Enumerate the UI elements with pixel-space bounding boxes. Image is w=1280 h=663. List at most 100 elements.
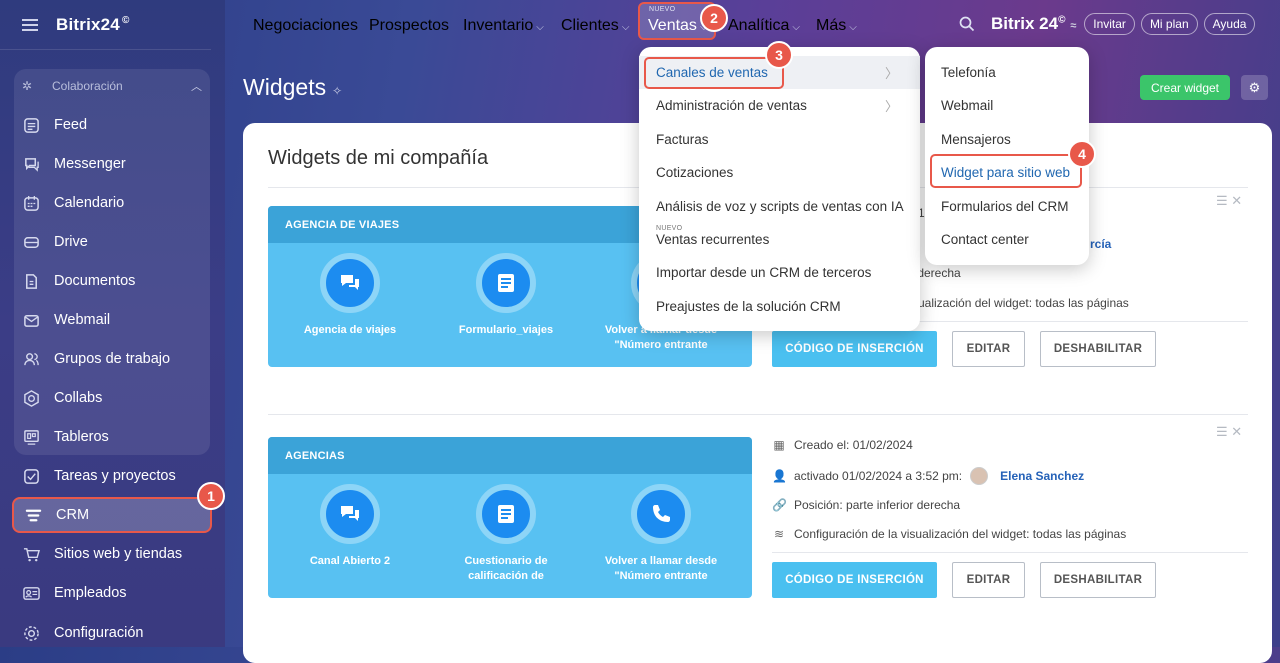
menu-item-analisis-de-voz[interactable]: Análisis de voz y scripts de ventas con … <box>639 190 920 223</box>
chevron-right-icon: 〉 <box>884 99 898 114</box>
sidebar-item-documentos[interactable]: Documentos <box>14 264 210 298</box>
menu-item-cotizaciones[interactable]: Cotizaciones <box>639 156 920 189</box>
nav-clientes[interactable]: Clientes ⌵ <box>561 17 629 35</box>
sidebar-item-label: Messenger <box>54 156 126 172</box>
collaboration-icon: ✲ <box>22 79 33 93</box>
sidebar-item-label: Tareas y proyectos <box>54 468 176 484</box>
menu-icon[interactable] <box>22 18 38 31</box>
boards-icon <box>22 428 40 446</box>
groups-icon <box>22 350 40 368</box>
menu-item-telefonia[interactable]: Telefonía <box>925 56 1089 89</box>
edit-button[interactable]: EDITAR <box>952 562 1025 598</box>
step-badge-4: 4 <box>1068 140 1096 168</box>
widget-display: ≋ Configuración de la visualización del w… <box>773 527 1127 541</box>
sidebar-item-messenger[interactable]: Messenger <box>14 147 210 181</box>
link-icon: 🔗 <box>772 498 787 512</box>
calendar-icon <box>22 194 40 212</box>
nav-prospectos[interactable]: Prospectos <box>369 17 449 35</box>
drag-handle-icon[interactable]: ☰ <box>1216 424 1228 439</box>
sidebar-item-calendario[interactable]: Calendario <box>14 186 210 220</box>
close-icon[interactable]: ✕ <box>1231 424 1242 439</box>
disable-button[interactable]: DESHABILITAR <box>1040 331 1156 367</box>
form-icon <box>476 253 536 313</box>
step-badge-1: 1 <box>197 482 225 510</box>
sidebar-item-webmail[interactable]: Webmail <box>14 303 210 337</box>
menu-item-formularios-crm[interactable]: Formularios del CRM <box>925 190 1089 223</box>
sidebar-header: Bitrix24 © <box>0 0 211 50</box>
widget-created: ▦ Creado el: 01/02/2024 <box>773 438 913 452</box>
invite-button[interactable]: Invitar <box>1084 13 1135 35</box>
sites-icon <box>22 545 40 563</box>
menu-item-importar-crm[interactable]: Importar desde un CRM de terceros <box>639 256 920 289</box>
sidebar-item-label: Documentos <box>54 273 136 289</box>
sidebar-item-drive[interactable]: Drive <box>14 225 210 259</box>
edit-button[interactable]: EDITAR <box>952 331 1025 367</box>
chevron-down-icon: ⌵ <box>621 22 630 33</box>
avatar <box>970 467 989 485</box>
brand-logo[interactable]: Bitrix 24© ≈ <box>991 14 1076 34</box>
sidebar-item-crm[interactable]: CRM <box>12 497 212 533</box>
user-link[interactable]: Elena Sanchez <box>1000 469 1084 483</box>
nav-mas[interactable]: Más ⌵ <box>816 17 857 35</box>
chevron-right-icon: 〉 <box>884 66 898 81</box>
sidebar-item-label: Grupos de trabajo <box>54 351 171 367</box>
widget-card-title: AGENCIAS <box>268 437 752 474</box>
sidebar-item-tareas[interactable]: Tareas y proyectos <box>14 459 210 493</box>
menu-item-webmail[interactable]: Webmail <box>925 89 1089 122</box>
menu-item-mensajeros[interactable]: Mensajeros <box>925 123 1089 156</box>
sidebar-item-collabs[interactable]: Collabs <box>14 381 210 415</box>
widget-card[interactable]: AGENCIAS Canal Abierto 2 Cuestionario de… <box>268 437 752 598</box>
nav-negociaciones[interactable]: Negociaciones <box>253 17 358 35</box>
widget-controls: ☰ ✕ <box>1216 193 1242 209</box>
settings-button[interactable]: ⚙ <box>1241 75 1268 100</box>
close-icon[interactable]: ✕ <box>1231 193 1242 208</box>
menu-item-facturas[interactable]: Facturas <box>639 123 920 156</box>
sidebar-item-feed[interactable]: Feed <box>14 108 210 142</box>
plan-button[interactable]: Mi plan <box>1140 13 1198 35</box>
nav-ventas[interactable]: Ventas⌵ <box>648 17 708 35</box>
disable-button[interactable]: DESHABILITAR <box>1040 562 1156 598</box>
menu-item-preajustes-crm[interactable]: Preajustes de la solución CRM <box>639 290 920 323</box>
crm-icon <box>24 506 42 524</box>
create-widget-button[interactable]: Crear widget <box>1140 75 1230 100</box>
settings-icon <box>22 624 40 642</box>
chat-icon <box>320 253 380 313</box>
sidebar-item-grupos[interactable]: Grupos de trabajo <box>14 342 210 376</box>
step-badge-3: 3 <box>765 41 793 69</box>
nav-analitica[interactable]: Analítica ⌵ <box>728 17 800 35</box>
swap-icon: ≈ <box>1070 20 1077 32</box>
sidebar-item-empleados[interactable]: Empleados <box>14 576 210 610</box>
widget-channel[interactable]: Formulario_viajes <box>441 253 571 338</box>
drag-handle-icon[interactable]: ☰ <box>1216 193 1228 208</box>
logo[interactable]: Bitrix24 © <box>56 15 130 35</box>
chevron-down-icon: ⌵ <box>849 22 857 33</box>
pin-icon[interactable]: ✧ <box>332 84 342 98</box>
new-label: NUEVO <box>649 6 676 13</box>
mail-icon <box>22 311 40 329</box>
help-button[interactable]: Ayuda <box>1203 13 1256 35</box>
widget-channel[interactable]: Cuestionario de calificación de <box>441 484 571 584</box>
search-icon[interactable] <box>959 16 975 32</box>
widget-channel[interactable]: Canal Abierto 2 <box>285 484 415 569</box>
menu-item-ventas-recurrentes[interactable]: Ventas recurrentes <box>639 223 920 256</box>
insert-code-button[interactable]: CÓDIGO DE INSERCIÓN <box>772 331 937 367</box>
insert-code-button[interactable]: CÓDIGO DE INSERCIÓN <box>772 562 937 598</box>
gear-icon: ⚙ <box>1248 79 1261 95</box>
chevron-down-icon: ⌵ <box>792 22 800 33</box>
menu-item-administracion-de-ventas[interactable]: Administración de ventas 〉 <box>639 89 920 122</box>
sidebar-item-configuracion[interactable]: Configuración <box>14 616 210 650</box>
sidebar-group-title[interactable]: ✲ Colaboración ︿ <box>22 78 202 94</box>
widget-channel[interactable]: Volver a llamar desde "Número entrante <box>596 484 726 584</box>
widget-channel[interactable]: Agencia de viajes <box>285 253 415 338</box>
layers-icon: ≋ <box>773 527 785 541</box>
collabs-icon <box>22 389 40 407</box>
chat-icon <box>320 484 380 544</box>
sidebar-item-tableros[interactable]: Tableros <box>14 420 210 454</box>
widget-highlight <box>930 154 1082 188</box>
nav-inventario[interactable]: Inventario ⌵ <box>463 17 544 35</box>
step-badge-2: 2 <box>700 4 728 32</box>
menu-item-contact-center[interactable]: Contact center <box>925 223 1089 256</box>
sidebar-item-sitios[interactable]: Sitios web y tiendas <box>14 537 210 571</box>
tasks-icon <box>22 467 40 485</box>
calendar-icon: ▦ <box>773 438 785 452</box>
